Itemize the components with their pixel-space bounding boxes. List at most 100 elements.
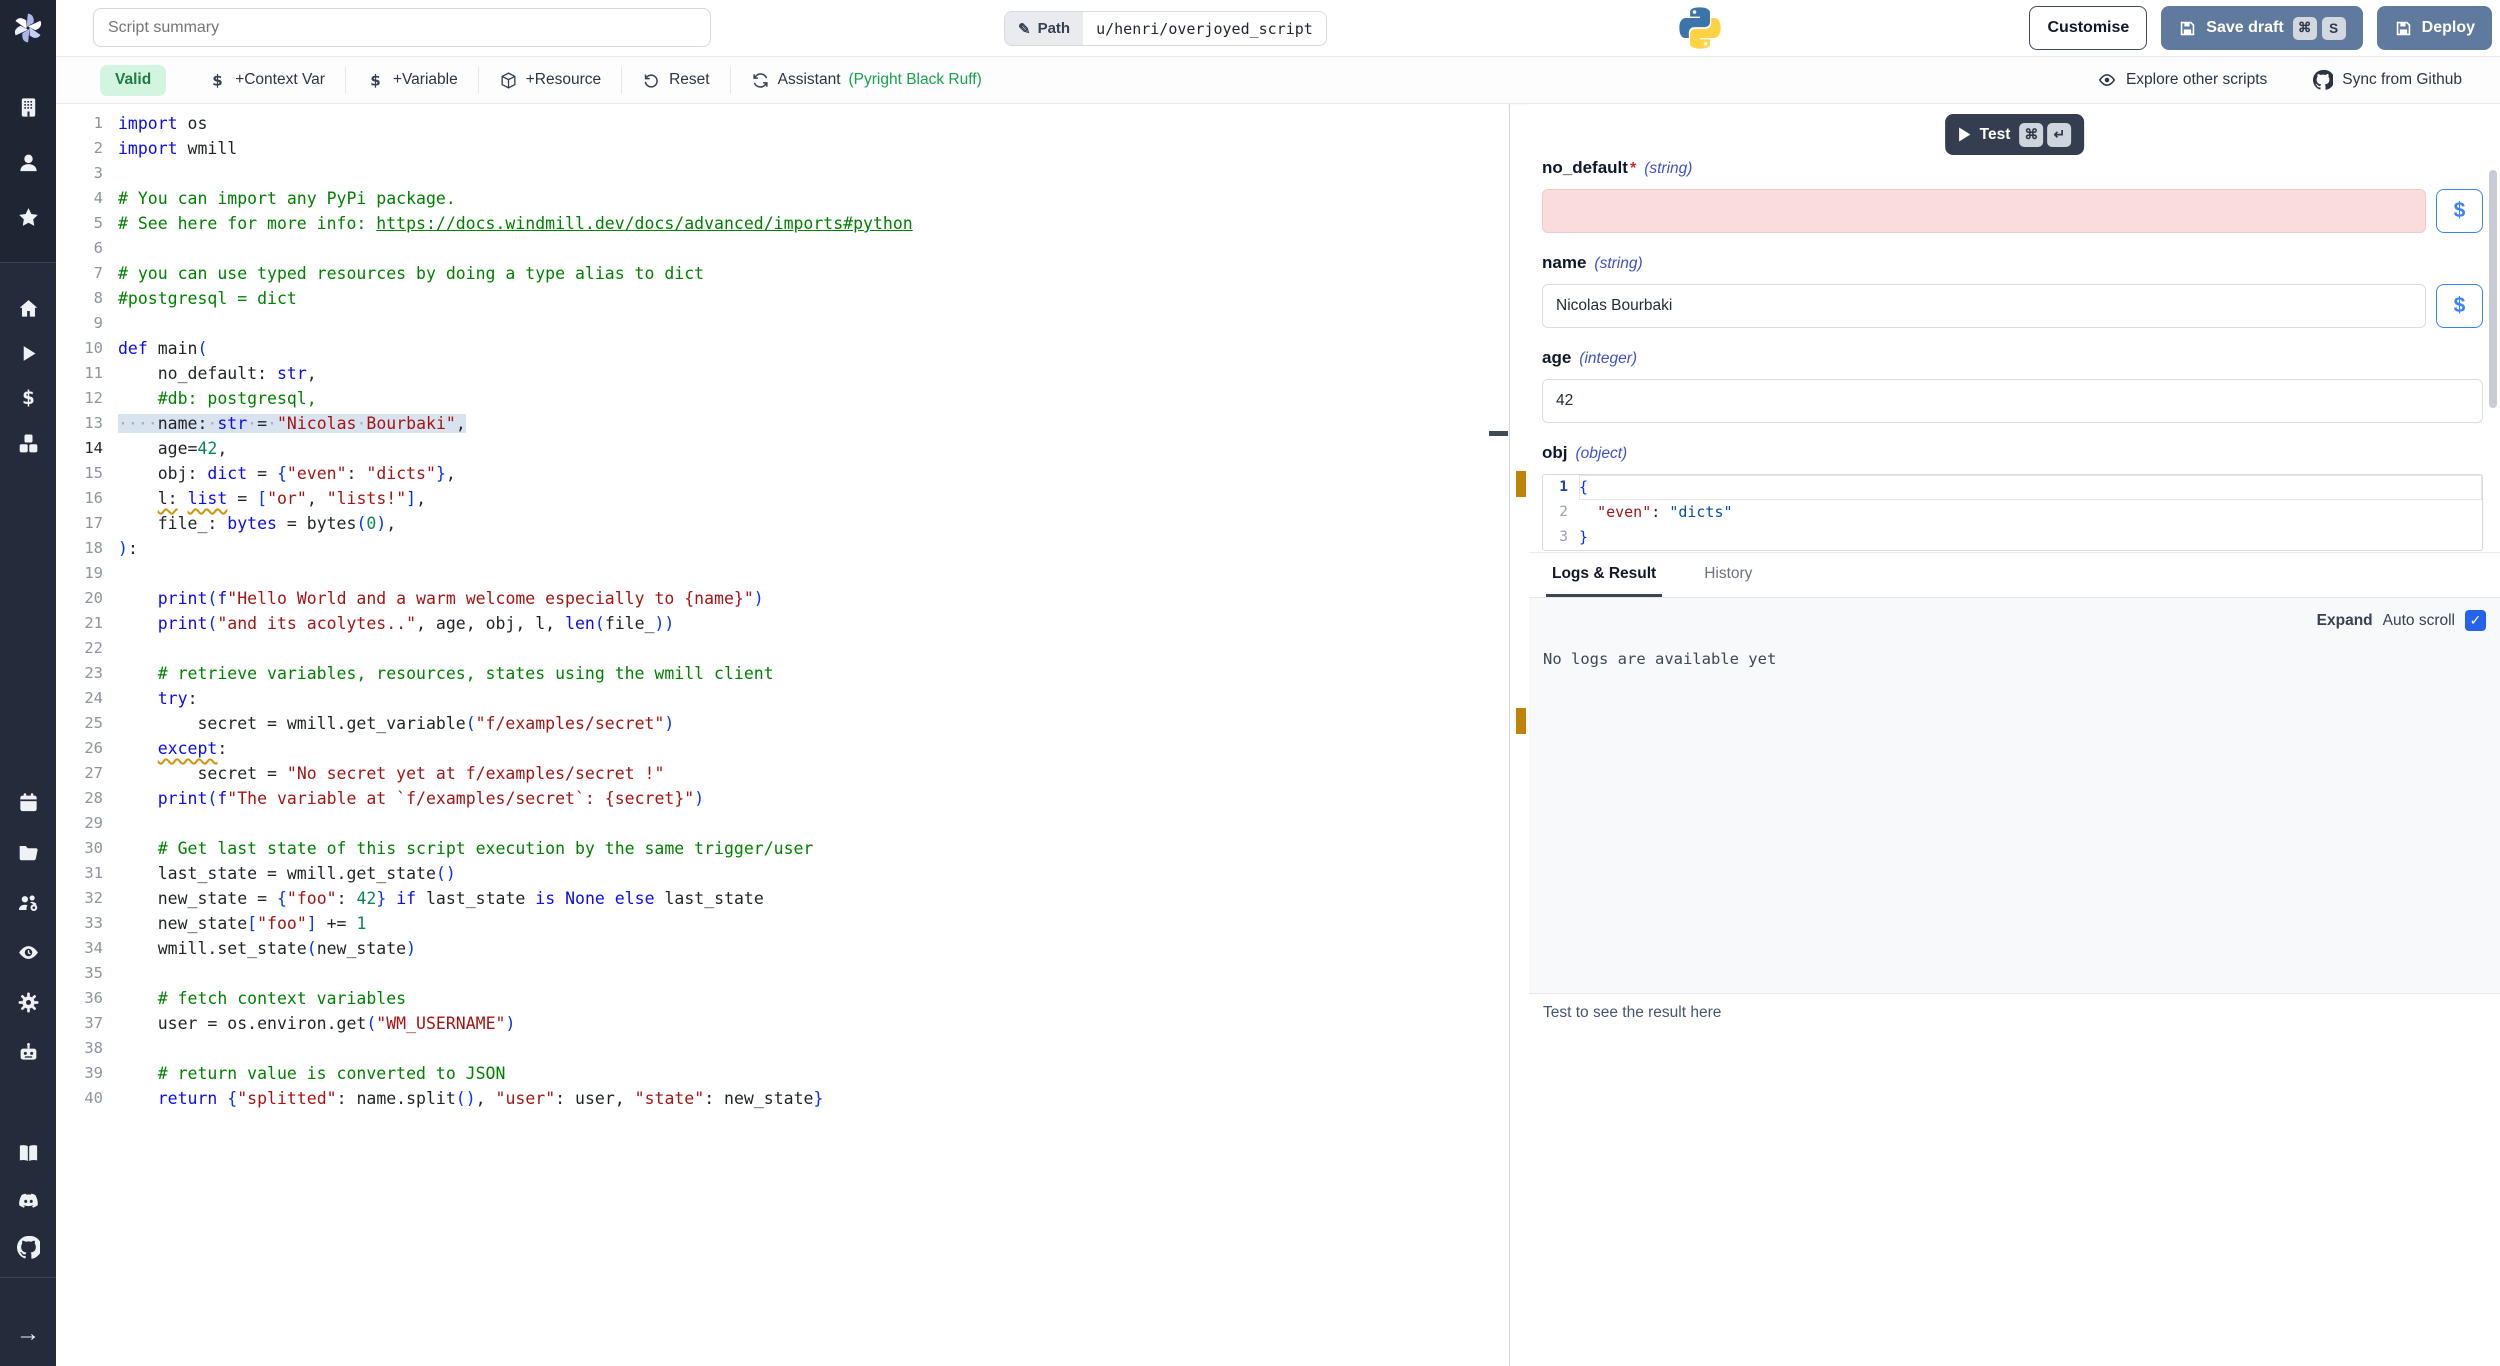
- code-line[interactable]: 13····name:·str·=·"Nicolas·Bourbaki",: [56, 411, 1509, 436]
- code-line[interactable]: 39 # return value is converted to JSON: [56, 1061, 1509, 1086]
- code-line[interactable]: 9: [56, 311, 1509, 336]
- panel-tabs: Logs & Result History: [1529, 552, 2500, 598]
- script-path-chip[interactable]: ✎ Path u/henri/overjoyed_script: [1004, 11, 1327, 46]
- toolbar-item-sync-from-github[interactable]: Sync from Github: [2313, 70, 2462, 90]
- code-line[interactable]: 12 #db: postgresql,: [56, 386, 1509, 411]
- tab-history[interactable]: History: [1698, 553, 1758, 597]
- name-input[interactable]: [1542, 284, 2426, 328]
- line-number: 4: [56, 186, 118, 211]
- code-line[interactable]: 37 user = os.environ.get("WM_USERNAME"): [56, 1011, 1509, 1036]
- toolbar-item-explore-other-scripts[interactable]: Explore other scripts: [2097, 70, 2267, 90]
- sidebar-item-user[interactable]: [0, 135, 56, 190]
- sidebar-item-favorites[interactable]: [0, 190, 56, 245]
- test-button[interactable]: Test ⌘↵: [1945, 114, 2085, 155]
- code-line[interactable]: 10def main(: [56, 336, 1509, 361]
- topbar: ✎ Path u/henri/overjoyed_script Customis…: [56, 0, 2500, 57]
- toolbar-item-resource[interactable]: +Resource: [479, 71, 621, 90]
- field-input-row: $: [1542, 284, 2483, 328]
- windmill-logo-icon[interactable]: [0, 8, 56, 48]
- code-line[interactable]: 5# See here for more info: https://docs.…: [56, 211, 1509, 236]
- tab-logs-result[interactable]: Logs & Result: [1546, 553, 1662, 597]
- dollar-icon: $: [17, 387, 40, 410]
- code-line[interactable]: 28 print(f"The variable at `f/examples/s…: [56, 786, 1509, 811]
- json-editor-line[interactable]: 2 "even": "dicts": [1543, 500, 2482, 525]
- code-line[interactable]: 19: [56, 561, 1509, 586]
- code-editor[interactable]: 1import os2import wmill34# You can impor…: [56, 104, 1509, 1366]
- deploy-button[interactable]: Deploy: [2377, 6, 2492, 50]
- code-line[interactable]: 30 # Get last state of this script execu…: [56, 836, 1509, 861]
- customise-button[interactable]: Customise: [2029, 6, 2147, 50]
- save-draft-button[interactable]: Save draft ⌘S: [2161, 6, 2362, 50]
- code-line[interactable]: 4# You can import any PyPi package.: [56, 186, 1509, 211]
- code-line-content: return {"splitted": name.split(), "user"…: [118, 1086, 823, 1111]
- insert-variable-button[interactable]: $: [2436, 284, 2483, 328]
- code-line[interactable]: 18):: [56, 536, 1509, 561]
- form-field-no_default: no_default*(string)$: [1542, 158, 2483, 233]
- sidebar-item-runs[interactable]: [0, 331, 56, 376]
- code-line[interactable]: 26 except:: [56, 736, 1509, 761]
- code-line[interactable]: 2import wmill: [56, 136, 1509, 161]
- age-input[interactable]: [1542, 379, 2483, 423]
- code-line[interactable]: 36 # fetch context variables: [56, 986, 1509, 1011]
- line-number: 34: [56, 936, 118, 961]
- sidebar-item-settings[interactable]: [0, 977, 56, 1027]
- code-line[interactable]: 8#postgresql = dict: [56, 286, 1509, 311]
- sidebar-item-resources[interactable]: [0, 421, 56, 466]
- sidebar-item-groups[interactable]: [0, 877, 56, 927]
- code-line[interactable]: 34 wmill.set_state(new_state): [56, 936, 1509, 961]
- insert-variable-button[interactable]: $: [2436, 189, 2483, 233]
- sidebar-item-variables[interactable]: $: [0, 376, 56, 421]
- code-line[interactable]: 25 secret = wmill.get_variable("f/exampl…: [56, 711, 1509, 736]
- code-line[interactable]: 20 print(f"Hello World and a warm welcom…: [56, 586, 1509, 611]
- panel-scrollbar[interactable]: [2489, 170, 2497, 408]
- code-line-content: try:: [118, 686, 198, 711]
- code-line[interactable]: 11 no_default: str,: [56, 361, 1509, 386]
- code-line[interactable]: 32 new_state = {"foo": 42} if last_state…: [56, 886, 1509, 911]
- test-kbd: ⌘: [2019, 123, 2043, 147]
- toolbar-item-reset[interactable]: Reset: [622, 71, 730, 90]
- expand-button[interactable]: Expand: [2317, 612, 2373, 630]
- code-line[interactable]: 7# you can use typed resources by doing …: [56, 261, 1509, 286]
- script-summary-input[interactable]: [93, 8, 711, 47]
- code-line[interactable]: 17 file_: bytes = bytes(0),: [56, 511, 1509, 536]
- code-line[interactable]: 23 # retrieve variables, resources, stat…: [56, 661, 1509, 686]
- code-line[interactable]: 21 print("and its acolytes..", age, obj,…: [56, 611, 1509, 636]
- code-line[interactable]: 14 age=42,: [56, 436, 1509, 461]
- sidebar-expand-button[interactable]: →: [0, 1311, 56, 1357]
- code-line[interactable]: 24 try:: [56, 686, 1509, 711]
- code-line[interactable]: 31 last_state = wmill.get_state(): [56, 861, 1509, 886]
- code-line[interactable]: 3: [56, 161, 1509, 186]
- sidebar-group: $: [0, 286, 56, 466]
- toolbar-item-context-var[interactable]: $+Context Var: [188, 71, 345, 90]
- sidebar-item-workers[interactable]: [0, 1027, 56, 1077]
- code-line[interactable]: 29: [56, 811, 1509, 836]
- sidebar-item-docs[interactable]: [0, 1130, 56, 1177]
- toolbar-item-variable[interactable]: $+Variable: [346, 71, 478, 90]
- json-editor-obj[interactable]: 1{2 "even": "dicts"3}: [1542, 474, 2483, 551]
- line-number: 7: [56, 261, 118, 286]
- code-line[interactable]: 27 secret = "No secret yet at f/examples…: [56, 761, 1509, 786]
- sidebar-item-home[interactable]: [0, 286, 56, 331]
- code-line[interactable]: 1import os: [56, 111, 1509, 136]
- code-line[interactable]: 35: [56, 961, 1509, 986]
- json-editor-line[interactable]: 1{: [1543, 475, 2482, 500]
- code-line[interactable]: 33 new_state["foo"] += 1: [56, 911, 1509, 936]
- toolbar-item-assistant[interactable]: Assistant(Pyright Black Ruff): [731, 71, 1002, 90]
- auto-scroll-checkbox[interactable]: ✓: [2465, 610, 2486, 631]
- sidebar-item-workspace[interactable]: [0, 80, 56, 135]
- code-line[interactable]: 16 l: list = ["or", "lists!"],: [56, 486, 1509, 511]
- code-line[interactable]: 38: [56, 1036, 1509, 1061]
- code-line[interactable]: 6: [56, 236, 1509, 261]
- field-name: no_default: [1542, 158, 1628, 178]
- sidebar-item-audit-logs[interactable]: [0, 927, 56, 977]
- save-draft-kbd: S: [2322, 17, 2346, 40]
- sidebar-item-github[interactable]: [0, 1224, 56, 1271]
- code-line[interactable]: 22: [56, 636, 1509, 661]
- code-line[interactable]: 40 return {"splitted": name.split(), "us…: [56, 1086, 1509, 1111]
- code-line[interactable]: 15 obj: dict = {"even": "dicts"},: [56, 461, 1509, 486]
- no_default-input[interactable]: [1542, 189, 2426, 233]
- sidebar-item-folders[interactable]: [0, 827, 56, 877]
- sidebar-item-schedules[interactable]: [0, 777, 56, 827]
- json-editor-line[interactable]: 3}: [1543, 525, 2482, 550]
- sidebar-item-discord[interactable]: [0, 1177, 56, 1224]
